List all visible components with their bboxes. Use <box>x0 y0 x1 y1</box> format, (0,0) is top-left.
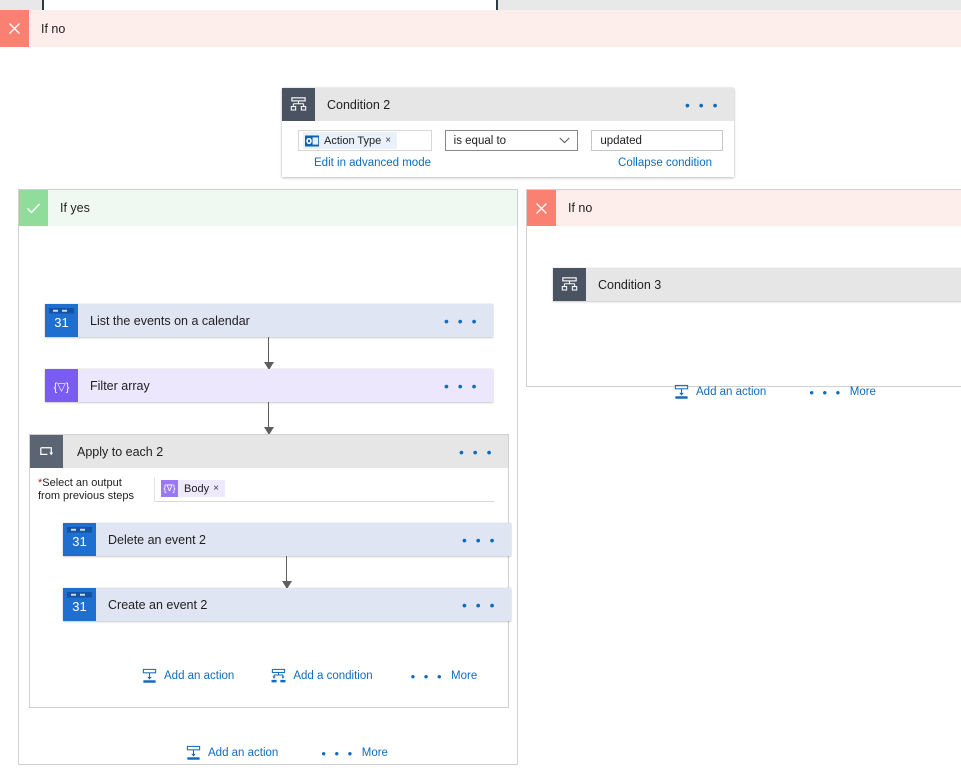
add-condition-icon <box>269 667 287 685</box>
branch-if-yes-label: If yes <box>60 201 90 215</box>
condition-3-card[interactable]: Condition 3 <box>553 268 961 301</box>
more-dots-icon: • • • <box>321 745 355 761</box>
x-icon <box>0 10 29 47</box>
scope-apply-to-each-2[interactable]: Apply to each 2 • • • *Select an output … <box>29 434 511 708</box>
condition-2-links: Edit in advanced mode Collapse condition <box>298 151 723 169</box>
add-an-action-label: Add an action <box>208 747 279 759</box>
add-an-action-button[interactable]: Add an action <box>672 383 766 401</box>
condition-2-overflow-menu[interactable]: • • • <box>671 88 734 121</box>
action-card-title: Filter array <box>90 378 150 393</box>
scope-field-label-line1: Select an output <box>42 477 122 489</box>
scope-title: Apply to each 2 <box>77 444 164 459</box>
add-an-action-label: Add an action <box>164 670 235 682</box>
scope-field-label: *Select an output from previous steps <box>38 477 146 503</box>
action-type-token-label: Action Type <box>324 134 382 147</box>
add-action-icon <box>672 383 690 401</box>
add-an-action-button[interactable]: Add an action <box>140 667 234 685</box>
action-card-overflow-menu[interactable]: • • • <box>430 304 493 337</box>
action-card-overflow-menu[interactable]: • • • <box>448 588 511 621</box>
partial-card-above <box>42 0 498 10</box>
google-calendar-icon: 31 <box>63 588 96 621</box>
more-button[interactable]: • • • More <box>809 386 876 399</box>
branch-if-no-label: If no <box>568 201 593 215</box>
svg-text:31: 31 <box>72 599 86 614</box>
more-label: More <box>361 747 388 759</box>
expression-icon: {∇} <box>161 480 178 497</box>
check-icon <box>19 190 48 226</box>
action-card-filter-array[interactable]: {▽} Filter array • • • <box>45 369 493 402</box>
more-label: More <box>849 386 876 398</box>
condition-icon <box>282 88 315 121</box>
collapse-condition-link[interactable]: Collapse condition <box>618 157 712 169</box>
add-a-condition-button[interactable]: Add a condition <box>269 667 373 685</box>
scope-field-label-line2: from previous steps <box>38 490 134 502</box>
x-icon <box>527 190 556 226</box>
condition-2-title: Condition 2 <box>327 97 391 112</box>
condition-3-title: Condition 3 <box>598 277 662 292</box>
more-dots-icon: • • • <box>410 668 445 684</box>
filter-array-icon: {▽} <box>45 369 78 402</box>
canvas-top-strip <box>0 0 961 10</box>
scope-field-input[interactable]: {∇} Body × <box>154 477 494 502</box>
action-card-list-events[interactable]: 31 List the events on a calendar • • • <box>45 304 493 337</box>
connector-line <box>268 402 269 428</box>
more-button[interactable]: • • • More <box>321 747 388 760</box>
condition-2-header[interactable]: Condition 2 • • • <box>282 88 734 121</box>
add-an-action-button[interactable]: Add an action <box>184 744 278 762</box>
svg-text:{▽}: {▽} <box>54 382 70 394</box>
condition-value-input[interactable]: updated <box>591 130 724 151</box>
branch-if-no-footer-links: Add an action • • • More <box>672 383 876 401</box>
google-calendar-icon: 31 <box>45 304 78 337</box>
branch-if-no-header: If no <box>527 190 961 226</box>
condition-operator-select[interactable]: is equal to <box>444 130 579 151</box>
action-card-title: Create an event 2 <box>108 597 208 612</box>
connector-line <box>286 556 287 582</box>
more-button[interactable]: • • • More <box>411 670 478 683</box>
action-card-title: Delete an event 2 <box>108 532 206 547</box>
connector-line <box>268 337 269 363</box>
branch-if-yes-footer-links: Add an action • • • More <box>184 744 388 762</box>
action-card-overflow-menu[interactable]: • • • <box>448 523 511 556</box>
action-card-create-event-2[interactable]: 31 Create an event 2 • • • <box>63 588 511 621</box>
outer-branch-header-if-no: If no <box>0 10 961 47</box>
add-an-action-label: Add an action <box>696 386 767 398</box>
branch-if-yes: If yes 31 List the events on a calendar … <box>18 189 518 765</box>
action-type-token[interactable]: Action Type × <box>303 132 398 149</box>
outlook-icon <box>304 133 319 148</box>
edit-in-advanced-mode-link[interactable]: Edit in advanced mode <box>314 157 431 169</box>
action-card-overflow-menu[interactable]: • • • <box>430 369 493 402</box>
svg-text:31: 31 <box>54 315 68 330</box>
scope-overflow-menu[interactable]: • • • <box>445 435 508 468</box>
action-type-token-remove[interactable]: × <box>385 135 397 146</box>
scope-header[interactable]: Apply to each 2 • • • <box>30 435 508 468</box>
condition-2-body: Action Type × is equal to updated Edit i… <box>282 121 734 177</box>
condition-icon <box>553 268 586 301</box>
scope-footer-links: Add an action Add a condition • • • More <box>140 667 477 685</box>
branch-if-no: If no Condition 3 Add an action • • • Mo… <box>526 189 961 399</box>
body-token[interactable]: {∇} Body × <box>161 480 225 497</box>
google-calendar-icon: 31 <box>63 523 96 556</box>
chevron-down-icon <box>559 136 570 146</box>
scope-select-output-field: *Select an output from previous steps {∇… <box>30 468 508 503</box>
loop-icon <box>30 435 63 468</box>
branch-if-yes-header: If yes <box>19 190 517 226</box>
action-card-title: List the events on a calendar <box>90 313 250 328</box>
body-token-label: Body <box>184 482 210 495</box>
add-action-icon <box>184 744 202 762</box>
more-dots-icon: • • • <box>809 384 843 400</box>
condition-left-operand-field[interactable]: Action Type × <box>298 130 432 151</box>
condition-2-row: Action Type × is equal to updated <box>298 130 724 151</box>
condition-2-card[interactable]: Condition 2 • • • Action Type × is equal… <box>282 88 734 177</box>
svg-text:31: 31 <box>72 534 86 549</box>
add-a-condition-label: Add a condition <box>293 670 373 682</box>
more-label: More <box>451 670 478 682</box>
outer-branch-label: If no <box>41 21 66 36</box>
add-action-icon <box>140 667 158 685</box>
body-token-remove[interactable]: × <box>213 483 225 494</box>
action-card-delete-event-2[interactable]: 31 Delete an event 2 • • • <box>63 523 511 556</box>
condition-operator-value: is equal to <box>453 134 507 147</box>
